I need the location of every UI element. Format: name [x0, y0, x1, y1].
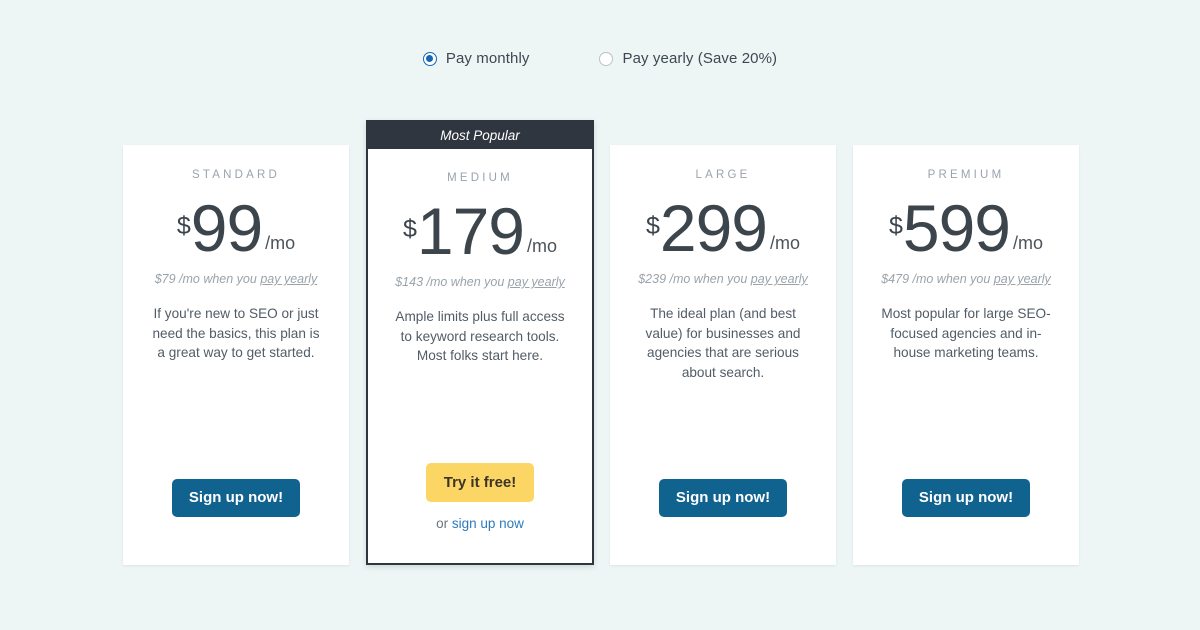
plan-price-medium: $ 179 /mo — [402, 194, 558, 268]
billing-option-monthly-label: Pay monthly — [445, 50, 530, 67]
plan-card-medium[interactable]: Most Popular MEDIUM $ 179 /mo $143 /mo w… — [366, 120, 594, 565]
yearly-note-premium: $479 /mo when you pay yearly — [881, 272, 1051, 286]
price-period: /mo — [770, 233, 801, 254]
billing-period-toggle: Pay monthly Pay yearly (Save 20%) — [0, 50, 1200, 67]
plan-card-standard[interactable]: STANDARD $ 99 /mo $79 /mo when you pay y… — [123, 145, 349, 565]
plan-card-premium[interactable]: PREMIUM $ 599 /mo $479 /mo when you pay … — [853, 145, 1079, 565]
price-currency: $ — [645, 212, 660, 240]
plan-description-large: The ideal plan (and best value) for busi… — [645, 306, 801, 380]
plan-price-large: $ 299 /mo — [645, 191, 801, 265]
price-period: /mo — [1013, 233, 1044, 254]
pay-yearly-link[interactable]: pay yearly — [751, 272, 808, 286]
signup-now-link[interactable]: sign up now — [452, 516, 524, 531]
price-amount: 179 — [416, 194, 525, 268]
yearly-note-text: $79 /mo when you — [154, 272, 261, 287]
yearly-note-text: $479 /mo when you — [881, 272, 994, 287]
yearly-note-text: $239 /mo when you — [638, 272, 751, 287]
plan-name-standard: STANDARD — [191, 169, 280, 181]
plan-cta-wrap-medium: Try it free! or sign up now — [368, 463, 592, 531]
most-popular-badge: Most Popular — [368, 122, 592, 149]
price-amount: 299 — [659, 191, 768, 265]
try-free-button-medium[interactable]: Try it free! — [426, 463, 534, 502]
price-period: /mo — [527, 236, 558, 257]
price-currency: $ — [888, 212, 903, 240]
price-currency: $ — [176, 212, 191, 240]
plan-card-large[interactable]: LARGE $ 299 /mo $239 /mo when you pay ye… — [610, 145, 836, 565]
signup-sublink-medium: or sign up now — [436, 516, 524, 531]
price-amount: 599 — [902, 191, 1011, 265]
price-period: /mo — [265, 233, 296, 254]
plan-name-premium: PREMIUM — [927, 169, 1005, 181]
signup-button-premium[interactable]: Sign up now! — [902, 479, 1030, 517]
pay-yearly-link[interactable]: pay yearly — [508, 275, 565, 289]
yearly-note-medium: $143 /mo when you pay yearly — [395, 275, 565, 289]
billing-option-yearly-label: Pay yearly (Save 20%) — [622, 50, 778, 67]
plan-cta-wrap-standard: Sign up now! — [123, 479, 349, 517]
radio-monthly-icon[interactable] — [422, 51, 437, 66]
signup-button-large[interactable]: Sign up now! — [659, 479, 787, 517]
yearly-note-standard: $79 /mo when you pay yearly — [155, 272, 318, 286]
price-currency: $ — [402, 215, 417, 243]
signup-button-standard[interactable]: Sign up now! — [172, 479, 300, 517]
price-amount: 99 — [190, 191, 263, 265]
plan-card-grid: STANDARD $ 99 /mo $79 /mo when you pay y… — [0, 120, 1200, 580]
plan-cta-wrap-large: Sign up now! — [610, 479, 836, 517]
pricing-page: Pay monthly Pay yearly (Save 20%) STANDA… — [0, 0, 1200, 630]
plan-name-large: LARGE — [695, 169, 751, 181]
plan-name-medium: MEDIUM — [447, 172, 513, 184]
plan-description-standard: If you're new to SEO or just need the ba… — [152, 306, 320, 361]
plan-price-standard: $ 99 /mo — [176, 191, 296, 265]
plan-price-premium: $ 599 /mo — [888, 191, 1044, 265]
plan-description-medium: Ample limits plus full access to keyword… — [395, 309, 565, 364]
plan-cta-wrap-premium: Sign up now! — [853, 479, 1079, 517]
billing-option-monthly[interactable]: Pay monthly — [422, 50, 530, 67]
yearly-note-text: $143 /mo when you — [395, 275, 508, 290]
radio-yearly-icon[interactable] — [599, 51, 614, 66]
plan-description-premium: Most popular for large SEO-focused agenc… — [881, 306, 1051, 361]
pay-yearly-link[interactable]: pay yearly — [994, 272, 1051, 286]
signup-sublink-prefix: or — [436, 516, 452, 531]
pay-yearly-link[interactable]: pay yearly — [260, 272, 317, 286]
yearly-note-large: $239 /mo when you pay yearly — [638, 272, 808, 286]
billing-option-yearly[interactable]: Pay yearly (Save 20%) — [599, 50, 777, 67]
